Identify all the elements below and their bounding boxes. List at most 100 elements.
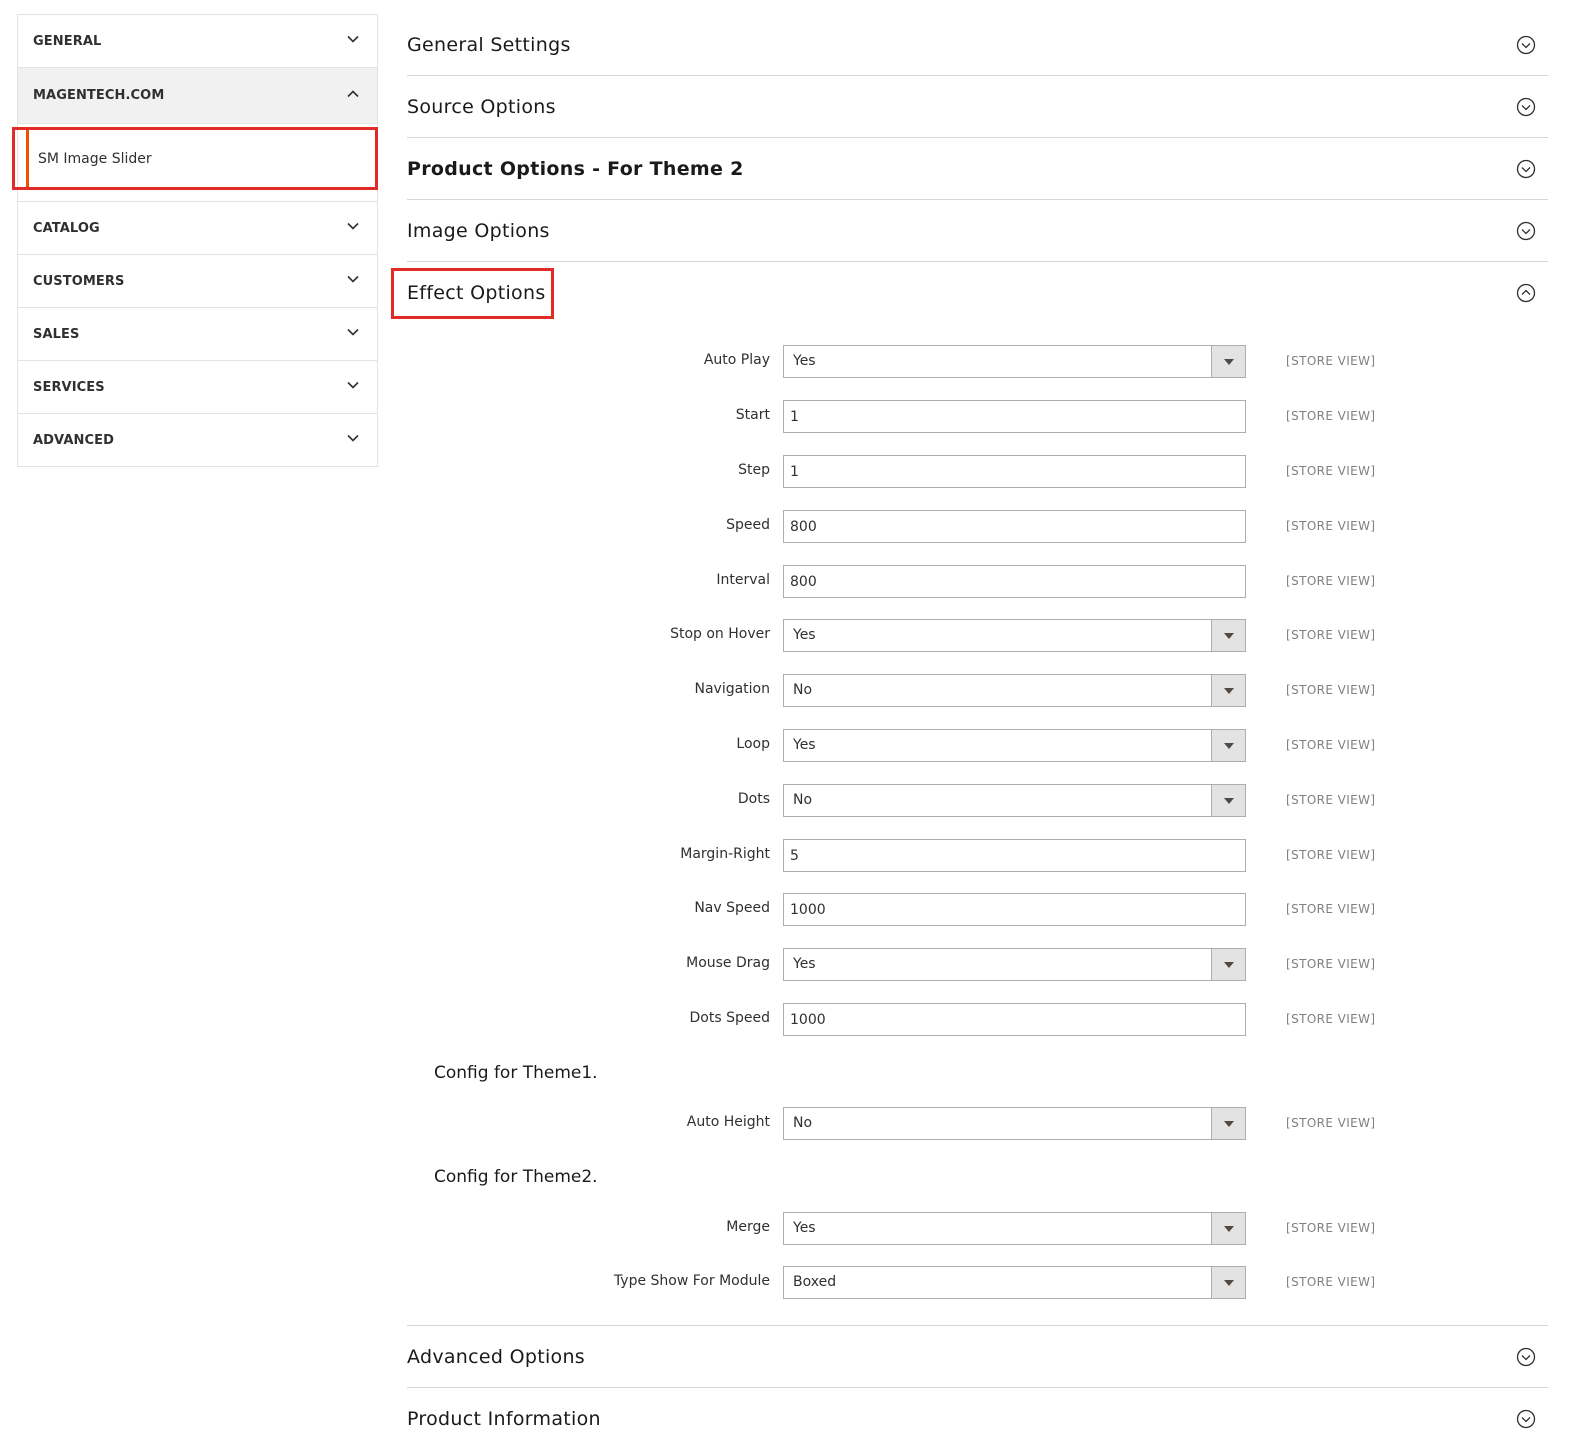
dots-speed-input[interactable] [784, 1004, 1245, 1035]
dropdown-arrow-icon[interactable] [1211, 675, 1245, 706]
scope-label: [STORE VIEW] [1286, 1275, 1376, 1289]
sidebar-item-general[interactable]: GENERAL [18, 15, 377, 68]
merge-select[interactable]: Yes [783, 1212, 1246, 1245]
scope-label: [STORE VIEW] [1286, 957, 1376, 971]
section-source-options[interactable]: Source Options [407, 76, 1548, 138]
stop-on-hover-select[interactable]: Yes [783, 619, 1246, 652]
chevron-down-icon [347, 33, 359, 45]
field-row-stop-on-hover: Stop on Hover Yes [STORE VIEW] [407, 619, 1548, 653]
field-label: Step [738, 462, 770, 478]
scope-label: [STORE VIEW] [1286, 1012, 1376, 1026]
dropdown-arrow-icon[interactable] [1211, 949, 1245, 980]
field-label: Dots Speed [689, 1010, 770, 1026]
dropdown-arrow-icon[interactable] [1211, 1108, 1245, 1139]
step-field-wrap [783, 455, 1246, 488]
margin-right-input[interactable] [784, 840, 1245, 871]
section-advanced-options[interactable]: Advanced Options [407, 1326, 1548, 1388]
dots-speed-field-wrap [783, 1003, 1246, 1036]
scope-label: [STORE VIEW] [1286, 354, 1376, 368]
scope-label: [STORE VIEW] [1286, 902, 1376, 916]
sidebar-subitem-label: SM Image Slider [38, 150, 152, 167]
step-input[interactable] [784, 456, 1245, 487]
field-row-speed: Speed [STORE VIEW] [407, 510, 1548, 544]
field-label: Auto Play [703, 352, 770, 368]
scope-label: [STORE VIEW] [1286, 848, 1376, 862]
field-label: Merge [726, 1219, 770, 1235]
dropdown-arrow-icon[interactable] [1211, 1213, 1245, 1244]
select-value: Yes [793, 737, 816, 753]
select-value: Yes [793, 956, 816, 972]
sidebar-item-sales[interactable]: SALES [18, 308, 377, 361]
field-row-loop: Loop Yes [STORE VIEW] [407, 729, 1548, 763]
sidebar-item-catalog[interactable]: CATALOG [18, 202, 377, 255]
sidebar-item-services[interactable]: SERVICES [18, 361, 377, 414]
select-value: Yes [793, 353, 816, 369]
scope-label: [STORE VIEW] [1286, 628, 1376, 642]
field-label: Auto Height [686, 1114, 770, 1130]
auto-height-select[interactable]: No [783, 1107, 1246, 1140]
dropdown-arrow-icon[interactable] [1211, 1267, 1245, 1298]
dropdown-arrow-icon[interactable] [1211, 785, 1245, 816]
collapse-circle-icon [1516, 283, 1536, 303]
dots-select[interactable]: No [783, 784, 1246, 817]
dropdown-arrow-icon[interactable] [1211, 346, 1245, 377]
mouse-drag-select[interactable]: Yes [783, 948, 1246, 981]
expand-circle-icon [1516, 1347, 1536, 1367]
section-general-settings[interactable]: General Settings [407, 14, 1548, 76]
start-input[interactable] [784, 401, 1245, 432]
field-row-interval: Interval [STORE VIEW] [407, 565, 1548, 599]
sidebar-item-label: ADVANCED [33, 432, 114, 448]
section-title: Product Options - For Theme 2 [407, 157, 744, 180]
chevron-down-icon [347, 432, 359, 444]
field-label: Margin-Right [680, 846, 770, 862]
config-sidebar: GENERAL MAGENTECH.COM SM Image Slider CA… [17, 14, 378, 467]
field-label: Mouse Drag [686, 955, 770, 971]
nav-speed-input[interactable] [784, 894, 1245, 925]
interval-field-wrap [783, 565, 1246, 598]
dropdown-arrow-icon[interactable] [1211, 620, 1245, 651]
section-product-options[interactable]: Product Options - For Theme 2 [407, 138, 1548, 200]
field-label: Stop on Hover [670, 626, 770, 642]
scope-label: [STORE VIEW] [1286, 793, 1376, 807]
auto-play-select[interactable]: Yes [783, 345, 1246, 378]
scope-label: [STORE VIEW] [1286, 519, 1376, 533]
scope-label: [STORE VIEW] [1286, 574, 1376, 588]
scope-label: [STORE VIEW] [1286, 683, 1376, 697]
select-value: No [793, 682, 813, 698]
section-title: Advanced Options [407, 1345, 585, 1368]
sidebar-item-label: MAGENTECH.COM [33, 88, 165, 103]
speed-field-wrap [783, 510, 1246, 543]
expand-circle-icon [1516, 35, 1536, 55]
dropdown-arrow-icon[interactable] [1211, 730, 1245, 761]
sidebar-item-advanced[interactable]: ADVANCED [18, 414, 377, 467]
section-image-options[interactable]: Image Options [407, 200, 1548, 262]
field-row-navigation: Navigation No [STORE VIEW] [407, 674, 1548, 708]
section-product-information[interactable]: Product Information [407, 1388, 1548, 1450]
select-value: No [793, 1115, 813, 1131]
field-row-mouse-drag: Mouse Drag Yes [STORE VIEW] [407, 948, 1548, 982]
field-label: Dots [737, 791, 770, 807]
field-row-margin-right: Margin-Right [STORE VIEW] [407, 839, 1548, 873]
section-title: Effect Options [407, 282, 546, 304]
type-show-for-module-select[interactable]: Boxed [783, 1266, 1246, 1299]
start-field-wrap [783, 400, 1246, 433]
speed-input[interactable] [784, 511, 1245, 542]
expand-circle-icon [1516, 221, 1536, 241]
loop-select[interactable]: Yes [783, 729, 1246, 762]
sidebar-item-label: SALES [33, 326, 80, 342]
sidebar-item-customers[interactable]: CUSTOMERS [18, 255, 377, 308]
field-row-dots: Dots No [STORE VIEW] [407, 784, 1548, 818]
section-effect-options[interactable]: Effect Options [407, 262, 1548, 324]
chevron-down-icon [347, 273, 359, 285]
field-label: Nav Speed [694, 900, 770, 916]
navigation-select[interactable]: No [783, 674, 1246, 707]
sidebar-subitem-sm-image-slider[interactable]: SM Image Slider [18, 124, 377, 202]
expand-circle-icon [1516, 1409, 1536, 1429]
chevron-down-icon [347, 379, 359, 391]
sidebar-item-magentech[interactable]: MAGENTECH.COM [18, 68, 377, 124]
interval-input[interactable] [784, 566, 1245, 597]
field-row-step: Step [STORE VIEW] [407, 455, 1548, 489]
active-indicator [26, 128, 29, 189]
field-row-start: Start [STORE VIEW] [407, 400, 1548, 434]
scope-label: [STORE VIEW] [1286, 464, 1376, 478]
